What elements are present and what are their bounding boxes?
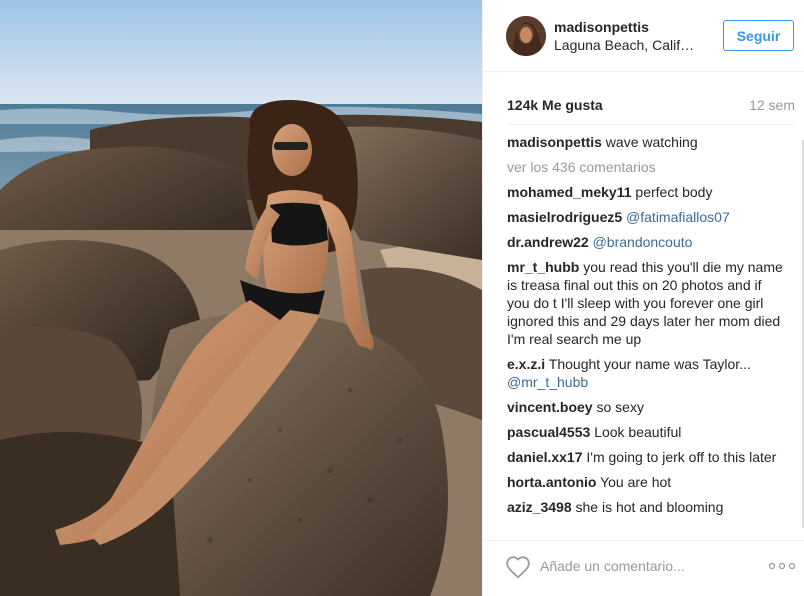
post-timestamp[interactable]: 12 sem bbox=[749, 97, 795, 113]
comment-username[interactable]: dr.andrew22 bbox=[507, 234, 589, 250]
post-author-username[interactable]: madisonpettis bbox=[554, 19, 649, 35]
comment-item: masielrodriguez5 @fatimafiallos07 bbox=[507, 208, 785, 226]
add-comment-input[interactable] bbox=[540, 553, 740, 579]
heart-outline-icon[interactable] bbox=[505, 555, 531, 579]
view-all-comments-link[interactable]: ver los 436 comentarios bbox=[507, 158, 785, 176]
divider bbox=[507, 124, 795, 125]
comment-mention[interactable]: @fatimafiallos07 bbox=[626, 209, 730, 225]
caption-text: wave watching bbox=[605, 134, 698, 150]
post-details-panel: madisonpettis Laguna Beach, California S… bbox=[482, 0, 804, 596]
beach-photo-illustration bbox=[0, 0, 482, 596]
avatar-image bbox=[506, 16, 546, 56]
comment-text: so sexy bbox=[596, 399, 644, 415]
comment-username[interactable]: horta.antonio bbox=[507, 474, 596, 490]
comment-username[interactable]: e.x.z.i bbox=[507, 356, 545, 372]
post-header: madisonpettis Laguna Beach, California S… bbox=[483, 0, 804, 72]
comment-item: vincent.boey so sexy bbox=[507, 398, 785, 416]
comment-item: horta.antonio You are hot bbox=[507, 473, 785, 491]
comment-username[interactable]: daniel.xx17 bbox=[507, 449, 583, 465]
likes-count[interactable]: 124k Me gusta bbox=[507, 97, 603, 113]
post-location[interactable]: Laguna Beach, California bbox=[554, 37, 699, 53]
follow-button[interactable]: Seguir bbox=[723, 20, 794, 51]
comment-text: You are hot bbox=[600, 474, 672, 490]
avatar[interactable] bbox=[506, 16, 546, 56]
comment-text: I'm going to jerk off to this later bbox=[586, 449, 777, 465]
comment-text: perfect body bbox=[635, 184, 713, 200]
comment-item: mr_t_hubb you read this you'll die my na… bbox=[507, 258, 785, 348]
caption-username[interactable]: madisonpettis bbox=[507, 134, 602, 150]
comment-text: Look beautiful bbox=[594, 424, 682, 440]
comment-username[interactable]: mohamed_meky11 bbox=[507, 184, 632, 200]
comment-item: mohamed_meky11 perfect body bbox=[507, 183, 785, 201]
likes-row: 124k Me gusta 12 sem bbox=[507, 95, 795, 115]
comment-item: dr.andrew22 @brandoncouto bbox=[507, 233, 785, 251]
more-options-icon[interactable] bbox=[768, 561, 796, 571]
comment-mention[interactable]: @mr_t_hubb bbox=[507, 374, 588, 390]
comments-list: madisonpettis wave watching ver los 436 … bbox=[507, 133, 785, 531]
comment-text: she is hot and blooming bbox=[575, 499, 724, 515]
comment-item: aziz_3498 she is hot and blooming bbox=[507, 498, 785, 516]
caption: madisonpettis wave watching bbox=[507, 133, 785, 151]
comment-username[interactable]: vincent.boey bbox=[507, 399, 593, 415]
comment-item: pascual4553 Look beautiful bbox=[507, 423, 785, 441]
comment-mention[interactable]: @brandoncouto bbox=[593, 234, 693, 250]
comment-text: Thought your name was Taylor... bbox=[548, 356, 751, 372]
post-photo[interactable] bbox=[0, 0, 482, 596]
comment-username[interactable]: pascual4553 bbox=[507, 424, 590, 440]
comment-username[interactable]: mr_t_hubb bbox=[507, 259, 579, 275]
comment-username[interactable]: masielrodriguez5 bbox=[507, 209, 622, 225]
comment-item: e.x.z.i Thought your name was Taylor... … bbox=[507, 355, 785, 391]
comment-item: daniel.xx17 I'm going to jerk off to thi… bbox=[507, 448, 785, 466]
comment-username[interactable]: aziz_3498 bbox=[507, 499, 572, 515]
comment-footer bbox=[483, 540, 804, 596]
